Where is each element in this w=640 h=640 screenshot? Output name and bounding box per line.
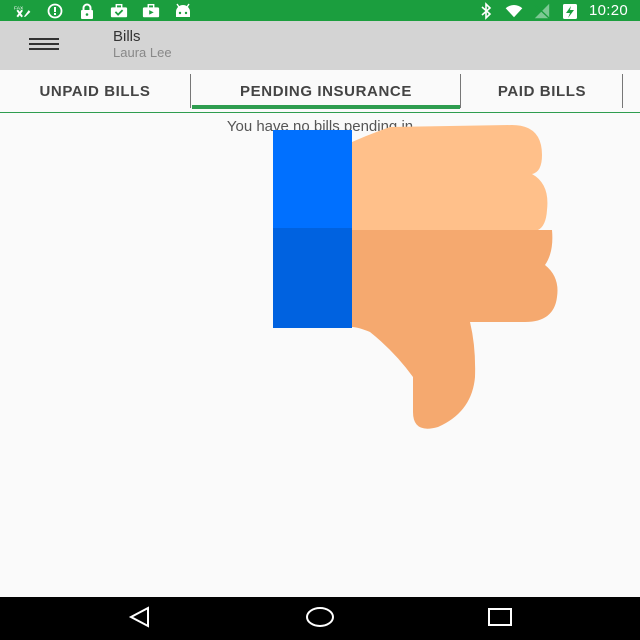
no-signal-icon [533, 3, 551, 19]
navigation-bar [0, 597, 640, 640]
app-bar: Bills Laura Lee [0, 21, 640, 70]
briefcase-check-icon [110, 3, 128, 19]
wifi-icon [505, 3, 523, 19]
back-icon [128, 605, 152, 633]
tab-unpaid-bills[interactable]: UNPAID BILLS [0, 70, 190, 112]
page-subtitle: Laura Lee [113, 45, 172, 60]
play-store-icon [142, 3, 160, 19]
lock-icon [78, 3, 96, 19]
home-button[interactable] [300, 605, 340, 633]
home-icon [305, 606, 335, 633]
recents-button[interactable] [480, 605, 520, 633]
status-time: 10:20 [588, 2, 628, 19]
selected-tab-indicator [192, 105, 460, 109]
thumbs-down-icon [270, 122, 570, 434]
hamburger-menu-icon [29, 37, 59, 56]
tab-divider [460, 74, 461, 108]
tab-divider [622, 74, 623, 108]
tab-divider [190, 74, 191, 108]
status-bar: FAX 10:20 [0, 0, 640, 21]
page-title: Bills [113, 28, 141, 45]
menu-button[interactable] [22, 33, 66, 59]
back-button[interactable] [120, 605, 160, 633]
android-icon [174, 3, 192, 19]
recents-icon [487, 606, 513, 633]
alert-circle-icon [46, 3, 64, 19]
battery-charging-icon [561, 3, 579, 19]
bluetooth-icon [477, 1, 495, 20]
fax-icon: FAX [14, 3, 32, 19]
tab-paid-bills[interactable]: PAID BILLS [462, 70, 622, 112]
